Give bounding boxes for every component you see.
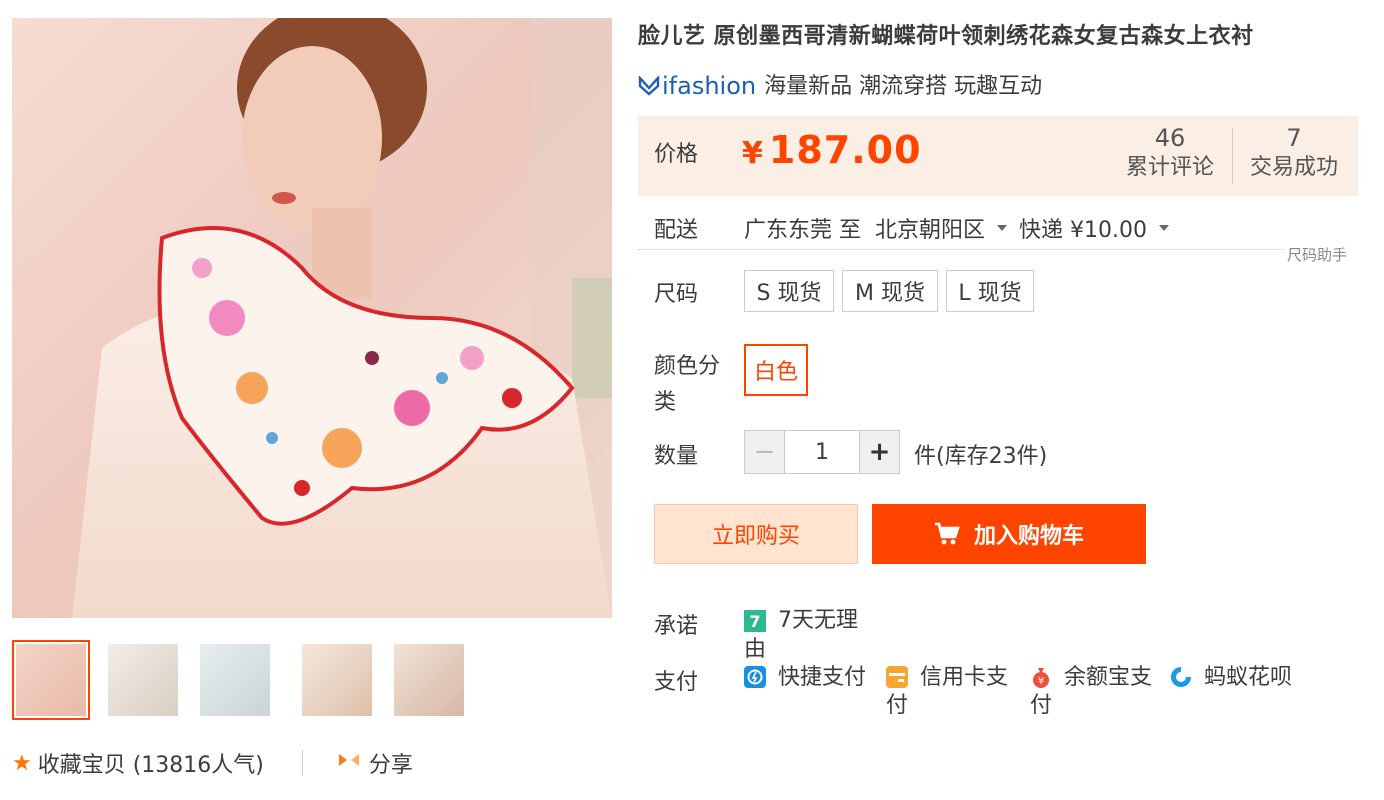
payment-method-label-wrap: 付 (1030, 693, 1053, 714)
quantity-increase-button[interactable]: + (859, 431, 899, 473)
promise-text[interactable]: 7天无理 (778, 607, 868, 635)
payment-method-quickpay[interactable]: 快捷支付 (744, 664, 866, 692)
sales-label: 交易成功 (1249, 155, 1338, 180)
product-title: 脸儿艺 原创墨西哥清新蝴蝶荷叶领刺绣花森女复古森女上衣衬 (638, 24, 1254, 49)
payment-method-huabei[interactable]: 蚂蚁花呗 (1170, 664, 1292, 692)
add-to-cart-label: 加入购物车 (973, 524, 1084, 549)
heart-icon (638, 76, 660, 96)
buy-now-button[interactable]: 立即购买 (654, 504, 858, 564)
payment-method-label-wrap: 付 (886, 693, 909, 714)
quantity-input[interactable]: 1 (785, 431, 859, 473)
share-icon[interactable] (337, 750, 361, 776)
thumbnail-image (394, 644, 464, 716)
payment-method-yuebao[interactable]: ¥ 余额宝支 (1030, 664, 1152, 692)
payment-method-credit-card[interactable]: 信用卡支 (886, 664, 1008, 692)
brand-logo[interactable]: ifashion (638, 72, 756, 100)
quantity-decrease-button[interactable]: − (745, 431, 785, 473)
svg-text:¥: ¥ (1038, 676, 1044, 687)
thumbnail-1[interactable] (12, 640, 90, 720)
promise-text-wrap: 由 (744, 637, 767, 658)
chevron-down-icon[interactable] (1159, 225, 1169, 231)
huabei-icon (1171, 667, 1191, 687)
thumbnail-image (108, 644, 178, 716)
review-stat[interactable]: 46 累计评论 (1122, 124, 1218, 184)
size-option-l[interactable]: L 现货 (946, 270, 1034, 312)
stock-info: 件(库存23件) (914, 444, 1048, 469)
quickpay-icon (744, 666, 766, 688)
review-count: 46 (1154, 124, 1186, 152)
thumbnail-3[interactable] (196, 640, 274, 720)
thumbnail-4[interactable] (298, 640, 376, 720)
divider (638, 249, 1284, 250)
color-option-white[interactable]: 白色 (744, 344, 808, 396)
size-helper-link[interactable]: 尺码助手 (1287, 244, 1347, 265)
thumbnail-image (302, 644, 372, 716)
brand-slogan: 海量新品 潮流穿搭 玩趣互动 (764, 74, 1043, 99)
payment-label: 支付 (654, 670, 699, 695)
main-product-image[interactable] (12, 18, 612, 618)
thumbnail-image (200, 644, 270, 716)
quantity-stepper: − 1 + (744, 430, 900, 474)
shipping-row: 广东东莞 至 北京朝阳区 快递 ¥10.00 (744, 212, 1181, 244)
brand-logo-text: ifashion (662, 72, 757, 100)
social-row: ★ 收藏宝贝 (13816人气) 分享 (12, 748, 413, 778)
thumbnail-5[interactable] (390, 640, 468, 720)
favorite-link[interactable]: 收藏宝贝 (13816人气) (38, 747, 264, 779)
promise-label: 承诺 (654, 614, 699, 639)
thumbnail-image (16, 644, 86, 716)
price-label: 价格 (654, 142, 699, 167)
star-icon[interactable]: ★ (12, 751, 32, 776)
price-panel: 价格 ¥ 187.00 46 累计评论 7 交易成功 (638, 116, 1358, 196)
color-label-line2: 类 (654, 390, 677, 415)
sales-count: 7 (1286, 124, 1302, 152)
product-photo-illustration (12, 18, 612, 618)
review-label: 累计评论 (1125, 155, 1214, 180)
payment-method-label: 蚂蚁花呗 (1204, 665, 1293, 690)
divider (301, 750, 303, 776)
seven-day-return-icon: 7 (744, 610, 766, 632)
payment-method-label: 快捷支付 (778, 665, 867, 690)
chevron-down-icon[interactable] (997, 225, 1008, 231)
shipping-label: 配送 (654, 218, 699, 243)
stat-divider (1232, 128, 1233, 184)
size-label: 尺码 (654, 282, 699, 307)
size-option-m[interactable]: M 现货 (842, 270, 938, 312)
quantity-label: 数量 (654, 444, 699, 469)
color-label-line1: 颜色分 (654, 354, 721, 379)
payment-method-label: 信用卡支 (920, 665, 1009, 690)
share-link[interactable]: 分享 (369, 747, 413, 779)
size-option-s[interactable]: S 现货 (744, 270, 834, 312)
cart-icon (934, 522, 960, 546)
shipping-method[interactable]: 快递 ¥10.00 (1019, 212, 1147, 244)
add-to-cart-button[interactable]: 加入购物车 (872, 504, 1146, 564)
shipping-from: 广东东莞 至 (744, 218, 861, 243)
currency-symbol: ¥ (742, 136, 763, 171)
price-amount: 187.00 (768, 128, 922, 172)
price-value: ¥ 187.00 (742, 128, 922, 172)
brand-row: ifashion 海量新品 潮流穿搭 玩趣互动 (638, 68, 1042, 100)
payment-method-label: 余额宝支 (1064, 665, 1153, 690)
shipping-destination[interactable]: 北京朝阳区 (875, 212, 985, 244)
thumbnail-2[interactable] (104, 640, 182, 720)
credit-card-icon (886, 666, 908, 688)
sales-stat: 7 交易成功 (1246, 124, 1342, 184)
money-bag-icon: ¥ (1033, 668, 1049, 688)
